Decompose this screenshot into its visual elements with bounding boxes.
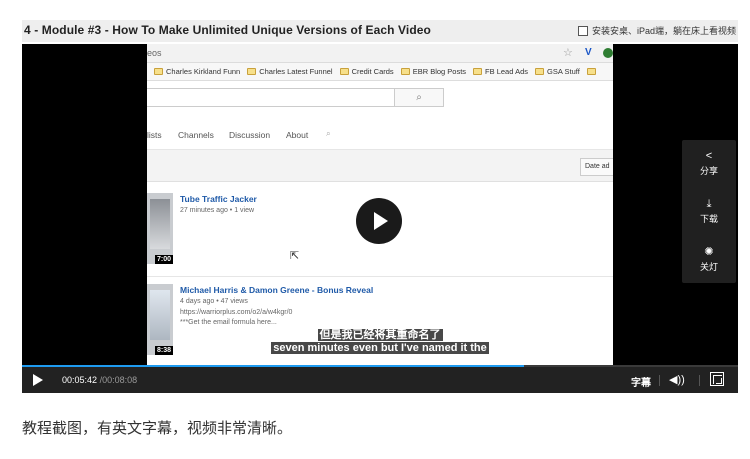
channel-tab: Discussion (229, 130, 271, 140)
share-button[interactable]: < 分享 (682, 150, 736, 177)
search-icon: ⌕ (394, 88, 444, 107)
lazy-mode-label: 安装安桌、iPad端，躺在床上看视频 (591, 26, 736, 36)
control-bar: 00:05:42 /00:08:08 字幕 ◀)) (22, 367, 738, 393)
channel-tab: About (286, 130, 309, 140)
video-title-link: Michael Harris & Damon Greene - Bonus Re… (180, 285, 374, 295)
subtitle-chinese: 但是我已经将其重命名了 (317, 329, 443, 341)
lazy-mode-toggle[interactable]: 安装安桌、iPad端，躺在床上看视频 (577, 24, 736, 37)
bookmark-item: GSA Stuff (535, 67, 580, 76)
download-icon: ⤓ (706, 198, 712, 210)
folder-icon (247, 68, 257, 75)
channel-tab: lists (147, 130, 162, 140)
search-icon: ⌕ (326, 128, 331, 138)
bookmark-item: Charles Latest Funnel (247, 67, 333, 76)
video-title: 4 - Module #3 - How To Make Unlimited Un… (24, 23, 431, 37)
lazy-mode-checkbox[interactable] (577, 25, 588, 36)
extension-g-icon (603, 48, 613, 58)
divider (699, 375, 700, 386)
folder-icon (473, 68, 483, 75)
time-display: 00:05:42 /00:08:08 (62, 375, 137, 385)
bookmarks-bar: Charles Kirkland Funn Charles Latest Fun… (147, 63, 613, 81)
share-icon: < (705, 150, 713, 162)
volume-icon[interactable]: ◀)) (669, 373, 685, 386)
bookmark-item: Credit Cards (339, 67, 394, 76)
bookmark-star-icon: ☆ (563, 47, 573, 59)
folder-icon (339, 68, 349, 75)
fullscreen-icon[interactable] (710, 372, 724, 386)
lights-off-button[interactable]: ✺ 关灯 (682, 246, 736, 273)
video-meta: 4 days ago • 47 views (180, 298, 248, 305)
light-icon: ✺ (704, 246, 714, 258)
download-button[interactable]: ⤓ 下载 (682, 198, 736, 225)
extension-v-icon: V (585, 47, 592, 58)
divider (147, 276, 613, 277)
bookmark-item: Charles Kirkland Funn (154, 67, 240, 76)
folder-icon (154, 68, 163, 75)
page: 4 - Module #3 - How To Make Unlimited Un… (0, 0, 750, 459)
side-action-panel: < 分享 ⤓ 下载 ✺ 关灯 (682, 140, 736, 283)
folder-icon (586, 68, 596, 75)
bookmark-item: EBR Blog Posts (400, 67, 466, 76)
subtitle-english: seven minutes even but I've named it the (271, 342, 489, 354)
channel-nav: lists Channels Discussion About ⌕ (147, 124, 613, 150)
address-bar: eos ☆ V (147, 44, 613, 63)
video-title-link: Tube Traffic Jacker (180, 194, 257, 204)
play-button[interactable] (356, 198, 402, 244)
sort-button: Date ad (580, 158, 613, 176)
page-caption: 教程截图，有英文字幕，视频非常清晰。 (22, 419, 293, 437)
filter-band (147, 150, 613, 182)
current-time: 00:05:42 (62, 375, 98, 385)
video-url: https://warriorplus.com/o2/a/w4kgr/0 (180, 309, 293, 316)
video-thumbnail: 7:00 (147, 193, 173, 264)
video-player[interactable]: eos ☆ V Charles Kirkland Funn Charles La… (22, 44, 738, 393)
play-pause-button[interactable] (33, 374, 43, 386)
channel-tab: Channels (178, 130, 214, 140)
bookmark-item: FB Lead Ads (473, 67, 528, 76)
total-duration: /00:08:08 (99, 375, 138, 385)
divider (659, 375, 660, 386)
duration-badge: 7:00 (154, 255, 173, 264)
folder-icon (535, 68, 544, 75)
video-title-bar: 4 - Module #3 - How To Make Unlimited Un… (22, 20, 738, 42)
video-description: ***Get the email formula here... (180, 319, 277, 326)
captions-button[interactable]: 字幕 (631, 374, 651, 389)
address-text: eos (147, 48, 162, 58)
bookmark-item (586, 68, 599, 75)
folder-icon (400, 68, 410, 75)
mouse-cursor-icon: ⇱ (290, 250, 300, 262)
video-meta: 27 minutes ago • 1 view (180, 207, 255, 214)
yt-search-input (147, 88, 424, 107)
